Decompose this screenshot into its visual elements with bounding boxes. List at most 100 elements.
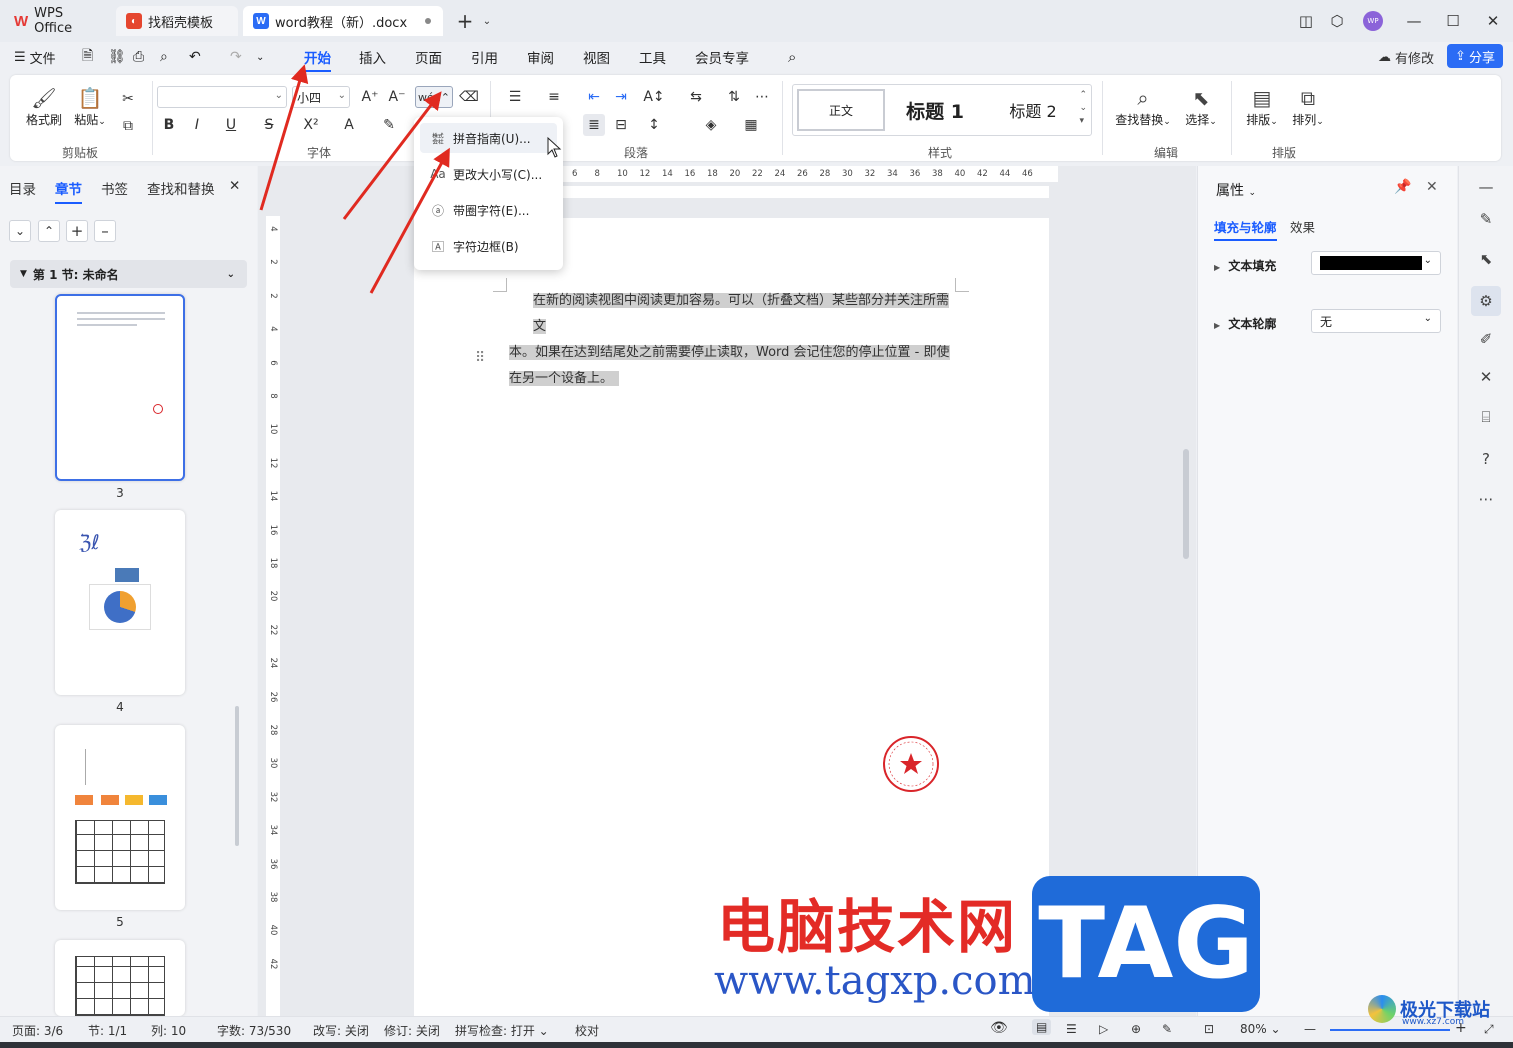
grow-font-icon[interactable]: A⁺ xyxy=(359,86,381,108)
status-proof[interactable]: 校对 xyxy=(575,1022,599,1039)
convert-icon[interactable]: ⇆ xyxy=(685,86,707,108)
web-view-icon[interactable]: ⊕ xyxy=(1131,1022,1141,1036)
pen-icon[interactable]: ✎ xyxy=(1162,1022,1172,1036)
style-heading-1[interactable]: 标题 1 xyxy=(893,89,977,131)
menu-item-char-border[interactable]: 🄰 字符边框(B) xyxy=(420,231,557,261)
panel-title[interactable]: 属性 ⌄ xyxy=(1216,180,1256,200)
document-scrollbar[interactable] xyxy=(1183,449,1189,559)
tab-toc[interactable]: 目录 xyxy=(9,178,36,198)
tab-find-replace[interactable]: 查找和替换 xyxy=(147,178,215,198)
modified-button[interactable]: ☁ 有修改 xyxy=(1378,45,1434,69)
style-scroll-icon[interactable]: ⌃ ⌄ ▾ xyxy=(1079,89,1087,128)
underline-icon[interactable]: U xyxy=(220,114,242,136)
font-color-icon[interactable]: A xyxy=(338,114,360,136)
select-button[interactable]: ⬉ 选择⌄ xyxy=(1178,85,1224,128)
find-replace-button[interactable]: ⌕ 查找替换⌄ xyxy=(1112,85,1174,128)
text-direction-icon[interactable]: A↕ xyxy=(643,86,665,108)
superscript-icon[interactable]: X² xyxy=(300,114,322,136)
pen-icon[interactable]: ✎ xyxy=(1475,208,1497,230)
shading-icon[interactable]: ◈ xyxy=(700,114,722,136)
pinyin-dropdown-button[interactable]: wén⌃ xyxy=(415,86,453,108)
chevron-up-icon[interactable]: ⌃ xyxy=(38,220,60,242)
status-page[interactable]: 页面: 3/6 xyxy=(12,1022,63,1039)
distribute-icon[interactable]: ⊟ xyxy=(610,114,632,136)
help-icon[interactable]: ? xyxy=(1475,448,1497,470)
italic-icon[interactable]: I xyxy=(186,114,208,136)
format-painter-button[interactable]: 🖌 格式刷 xyxy=(22,85,66,128)
tab-bookmarks[interactable]: 书签 xyxy=(101,178,128,198)
collapse-icon[interactable]: — xyxy=(1475,176,1497,198)
drag-handle-icon[interactable]: ⠿ xyxy=(475,350,485,366)
tab-sections[interactable]: 章节 xyxy=(55,178,82,204)
page-thumbnail-5[interactable] xyxy=(55,725,185,910)
link-icon[interactable]: ⛓ xyxy=(108,46,126,68)
page-thumbnail-4[interactable]: ℨℓ xyxy=(55,510,185,695)
status-overtype[interactable]: 改写: 关闭 xyxy=(313,1022,369,1039)
menu-view[interactable]: 视图 xyxy=(583,46,610,68)
print-preview-icon[interactable]: ⌕ xyxy=(160,46,168,68)
zoom-out-icon[interactable]: — xyxy=(1304,1022,1316,1036)
panel-scrollbar[interactable] xyxy=(235,706,239,846)
status-column[interactable]: 列: 10 xyxy=(151,1022,186,1039)
show-marks-icon[interactable]: ⋯ xyxy=(751,86,773,108)
file-menu[interactable]: ☰ 文件 xyxy=(14,46,56,68)
chevron-down-icon[interactable]: ⌄ xyxy=(9,220,31,242)
numbered-list-icon[interactable]: ≡ xyxy=(543,86,565,108)
minus-icon[interactable]: – xyxy=(94,220,116,242)
outline-view-icon[interactable]: ☰ xyxy=(1066,1022,1077,1036)
line-spacing-icon[interactable]: ↕ xyxy=(643,114,665,136)
play-icon[interactable]: ▷ xyxy=(1099,1022,1108,1036)
sort-objects-button[interactable]: ⧉ 排列⌄ xyxy=(1286,85,1330,128)
status-spellcheck[interactable]: 拼写检查: 打开 ⌄ xyxy=(455,1022,549,1039)
menu-member[interactable]: 会员专享 xyxy=(695,46,749,68)
tab-effects[interactable]: 效果 xyxy=(1290,217,1315,236)
copy-icon[interactable]: ⧉ xyxy=(117,115,139,137)
minimize-icon[interactable]: — xyxy=(1401,8,1427,34)
avatar[interactable]: WP xyxy=(1360,8,1386,34)
strikethrough-icon[interactable]: S xyxy=(258,114,280,136)
text-fill-row[interactable]: ▶ 文本填充 xyxy=(1214,257,1276,274)
status-word-count[interactable]: 字数: 73/530 xyxy=(217,1022,291,1039)
font-name-select[interactable]: ⌄ xyxy=(157,86,287,108)
eye-icon[interactable]: 👁 xyxy=(990,1020,1008,1036)
menu-insert[interactable]: 插入 xyxy=(359,46,386,68)
menu-item-change-case[interactable]: Aa 更改大小写(C)... xyxy=(420,159,557,189)
zoom-level[interactable]: 80% ⌄ xyxy=(1240,1022,1281,1036)
more-icon[interactable]: ⋯ xyxy=(1475,488,1497,510)
text-fill-select[interactable]: ⌄ xyxy=(1311,251,1441,275)
cut-icon[interactable]: ✂ xyxy=(117,88,139,110)
edit-doc-icon[interactable]: ✐ xyxy=(1475,328,1497,350)
selected-text-line-2[interactable]: 本。如果在达到结尾处之前需要停止读取，Word 会记住您的停止位置 - 即使 xyxy=(509,345,950,360)
indent-icon[interactable]: ⇥ xyxy=(610,86,632,108)
shrink-font-icon[interactable]: A⁻ xyxy=(386,86,408,108)
chevron-down-icon[interactable]: ⌄ xyxy=(474,8,500,34)
page-view-icon[interactable]: ▤ xyxy=(1032,1019,1052,1035)
font-size-select[interactable]: 小四 ⌄ xyxy=(292,86,350,108)
menu-home[interactable]: 开始 xyxy=(304,46,331,72)
status-revision[interactable]: 修订: 关闭 xyxy=(384,1022,440,1039)
close-icon[interactable]: ✕ xyxy=(1480,8,1506,34)
tab-template[interactable]: ◐ 找稻壳模板 xyxy=(116,6,238,36)
plus-icon[interactable]: + xyxy=(66,220,88,242)
tab-document[interactable]: W word教程（新）.docx xyxy=(243,6,443,36)
section-header[interactable]: ▼ 第 1 节: 未命名 ⌄ xyxy=(10,260,247,288)
style-normal[interactable]: 正文 xyxy=(797,89,885,131)
paste-button[interactable]: 📋 粘贴⌄ xyxy=(68,85,112,128)
search-icon[interactable]: ⌕ xyxy=(788,46,796,68)
menu-review[interactable]: 审阅 xyxy=(527,46,554,68)
undo-icon[interactable]: ↶ xyxy=(189,46,201,68)
menu-reference[interactable]: 引用 xyxy=(471,46,498,68)
document-text[interactable]: 在新的阅读视图中阅读更加容易。可以（折叠文档）某些部分并关注所需文 本。如果在达… xyxy=(509,288,956,392)
maximize-icon[interactable]: ☐ xyxy=(1440,8,1466,34)
text-outline-row[interactable]: ▶ 文本轮廓 xyxy=(1214,315,1276,332)
print-icon[interactable]: ⎙ xyxy=(133,46,144,68)
selected-text-line-3[interactable]: 在另一个设备上。 xyxy=(509,371,620,386)
menu-item-pinyin[interactable]: ㍿ 拼音指南(U)... xyxy=(420,123,557,153)
bullet-list-icon[interactable]: ☰ xyxy=(504,86,526,108)
redo-icon[interactable]: ↷ xyxy=(230,46,242,68)
zoom-slider[interactable] xyxy=(1330,1029,1450,1031)
page-thumbnail-6[interactable] xyxy=(55,940,185,1016)
tools-icon[interactable]: ✕ xyxy=(1475,366,1497,388)
layout-icon[interactable]: ◫ xyxy=(1293,8,1319,34)
share-button[interactable]: ⇪ 分享 xyxy=(1447,44,1503,68)
